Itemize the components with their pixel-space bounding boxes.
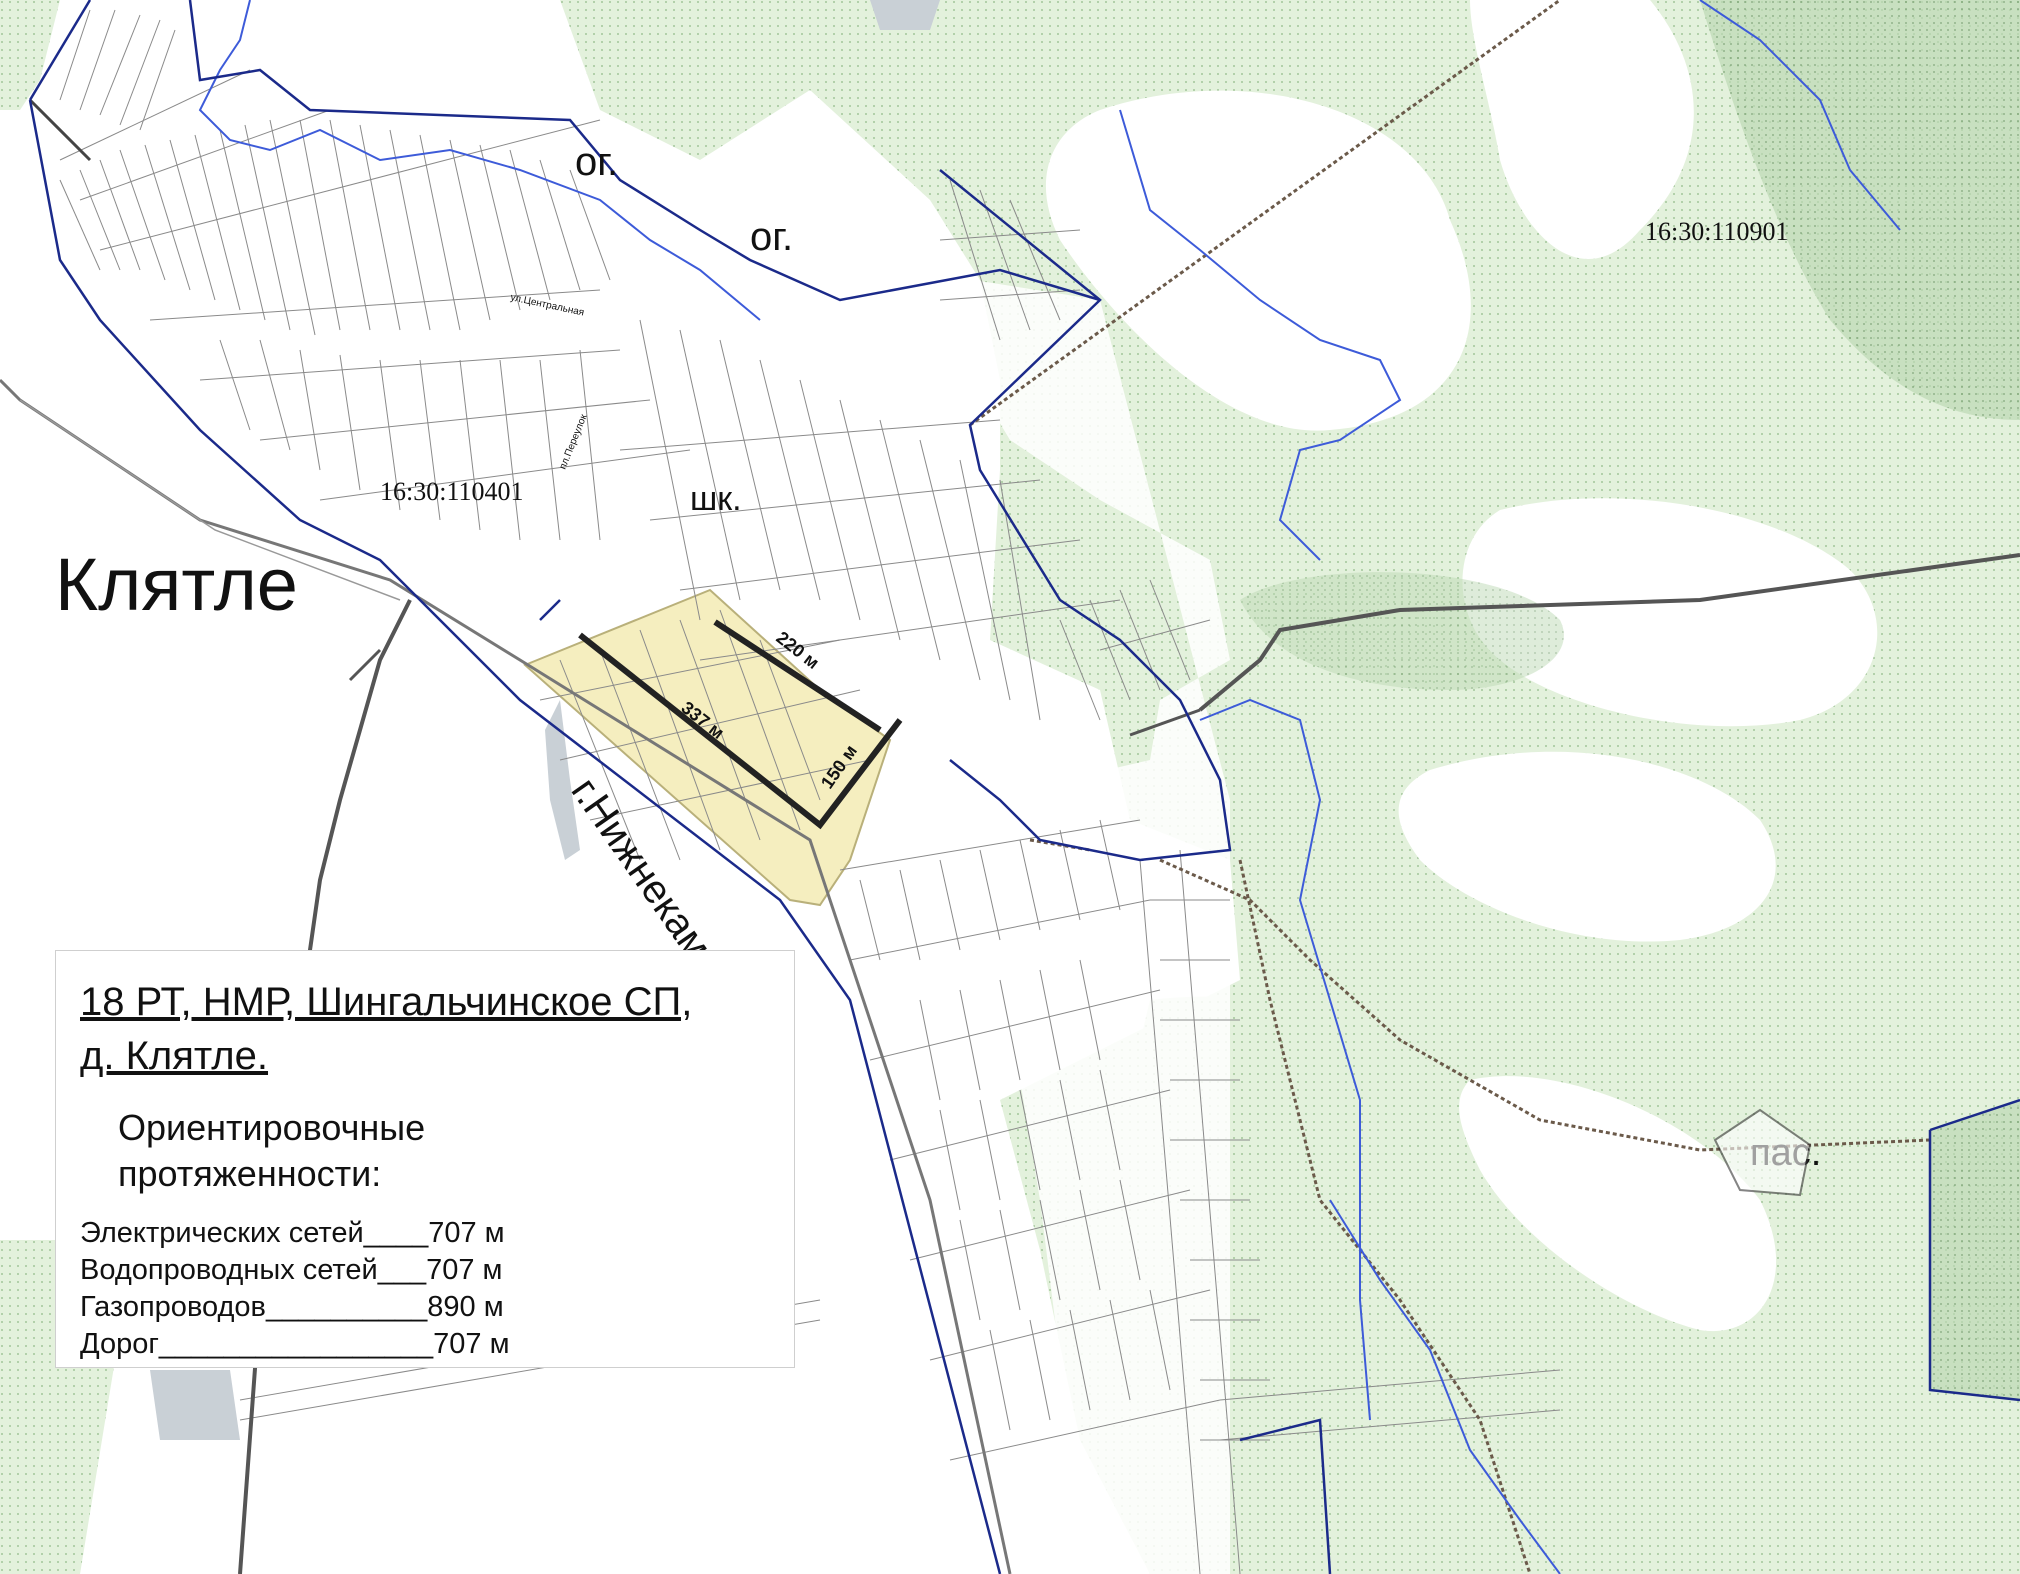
label-og-1: ог. — [575, 140, 618, 184]
legend-title-line2: д. Клятле. — [80, 1034, 269, 1078]
legend-row-label: Водопроводных сетей___ — [80, 1254, 427, 1286]
legend-rows: Электрических сетей____707 м Водопроводн… — [80, 1215, 770, 1363]
legend-row-value: 890 м — [427, 1291, 504, 1323]
legend-subtitle-line2: протяженности: — [118, 1153, 382, 1194]
village-name: Клятле — [55, 543, 298, 626]
legend-row-label: Газопроводов__________ — [80, 1291, 428, 1323]
legend-row-value: 707 м — [433, 1328, 510, 1360]
legend-row-label: Электрических сетей____ — [80, 1217, 429, 1249]
legend-subtitle: Ориентировочные протяженности: — [118, 1105, 770, 1197]
label-og-2: ог. — [750, 215, 793, 259]
cadastral-east-label: 16:30:110901 — [1645, 217, 1788, 246]
label-school: шк. — [690, 480, 742, 518]
legend-row-value: 707 м — [426, 1254, 503, 1286]
legend-row-water: Водопроводных сетей___707 м — [80, 1252, 770, 1289]
legend-row-value: 707 м — [428, 1217, 505, 1249]
legend-subtitle-line1: Ориентировочные — [118, 1107, 426, 1148]
legend-row-electric: Электрических сетей____707 м — [80, 1215, 770, 1252]
legend-box: 18 РТ, НМР, Шингальчинское СП, д. Клятле… — [55, 950, 795, 1368]
legend-title: 18 РТ, НМР, Шингальчинское СП, д. Клятле… — [80, 975, 770, 1083]
legend-row-roads: Дорог_________________707 м — [80, 1326, 770, 1363]
cadastral-west-label: 16:30:110401 — [380, 477, 523, 506]
legend-row-gas: Газопроводов__________890 м — [80, 1289, 770, 1326]
legend-row-label: Дорог_________________ — [80, 1328, 434, 1360]
legend-title-line1: 18 РТ, НМР, Шингальчинское СП, — [80, 980, 693, 1024]
